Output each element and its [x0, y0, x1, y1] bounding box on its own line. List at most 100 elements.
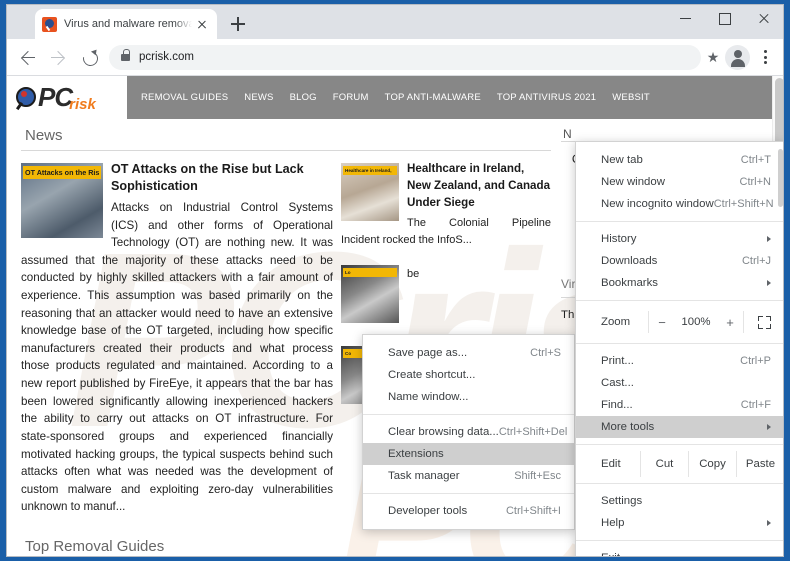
- nav-item-removal-guides[interactable]: REMOVAL GUIDES: [141, 92, 228, 103]
- browser-toolbar: pcrisk.com ★: [7, 39, 783, 76]
- article-primary[interactable]: OT Attacks on the Ris OT Attacks on the …: [21, 160, 341, 516]
- pcrisk-icon: [42, 17, 57, 32]
- reload-icon[interactable]: [75, 43, 104, 72]
- menu-item-new-window[interactable]: New window Ctrl+N: [576, 171, 784, 193]
- menu-item-history[interactable]: History: [576, 228, 784, 250]
- menu-item-label: Task manager: [388, 470, 514, 482]
- maximize-icon[interactable]: [705, 5, 744, 31]
- menu-item-label: Extensions: [388, 448, 561, 460]
- copy-button[interactable]: Copy: [688, 451, 736, 477]
- page-viewport: PCrisk PC PC risk REMOVAL GUIDES NEWS BL…: [7, 76, 784, 557]
- logo-dot: [21, 91, 27, 97]
- article-thumbnail[interactable]: Lo: [341, 265, 399, 323]
- screenshot-root: Virus and malware removal instru pcrisk.…: [0, 0, 790, 561]
- chevron-right-icon: [767, 236, 771, 242]
- menu-item-accel: Ctrl+P: [740, 355, 771, 367]
- chevron-right-icon: [767, 280, 771, 286]
- chrome-window: Virus and malware removal instru pcrisk.…: [6, 4, 784, 557]
- menu-item-accel: Ctrl+J: [742, 255, 771, 267]
- menu-item-clear-browsing-data[interactable]: Clear browsing data... Ctrl+Shift+Del: [363, 421, 574, 443]
- menu-separator: [576, 483, 784, 484]
- chrome-main-menu: New tab Ctrl+T New window Ctrl+N New inc…: [575, 141, 784, 557]
- menu-item-more-tools[interactable]: More tools: [576, 416, 784, 438]
- menu-item-help[interactable]: Help: [576, 512, 784, 534]
- menu-item-find[interactable]: Find... Ctrl+F: [576, 394, 784, 416]
- fullscreen-icon: [758, 316, 771, 329]
- menu-item-label: Help: [601, 517, 759, 529]
- menu-item-new-tab[interactable]: New tab Ctrl+T: [576, 149, 784, 171]
- logo-risk-text: risk: [69, 96, 96, 113]
- lock-icon: [121, 54, 130, 61]
- menu-scrollbar[interactable]: [778, 149, 783, 557]
- menu-item-exit[interactable]: Exit: [576, 547, 784, 557]
- article-secondary[interactable]: Healthcare in Ireland, Healthcare in Ire…: [341, 160, 551, 248]
- site-logo[interactable]: PC risk: [7, 76, 127, 119]
- menu-item-label: Clear browsing data...: [388, 426, 499, 438]
- forward-arrow-icon[interactable]: [44, 43, 73, 72]
- nav-item-forum[interactable]: FORUM: [333, 92, 369, 103]
- paste-button[interactable]: Paste: [736, 451, 784, 477]
- site-navigation: REMOVAL GUIDES NEWS BLOG FORUM TOP ANTI-…: [127, 76, 784, 119]
- nav-item-news[interactable]: NEWS: [244, 92, 273, 103]
- menu-item-label: Downloads: [601, 255, 742, 267]
- tab-title: Virus and malware removal instru: [64, 18, 192, 30]
- menu-item-label: Exit: [601, 552, 771, 557]
- menu-separator: [576, 540, 784, 541]
- menu-item-accel: Ctrl+T: [741, 154, 771, 166]
- article-thumbnail[interactable]: OT Attacks on the Ris: [21, 163, 103, 238]
- window-controls: [666, 5, 783, 31]
- avatar[interactable]: [725, 45, 750, 70]
- menu-item-name-window[interactable]: Name window...: [363, 386, 574, 408]
- menu-item-label: Name window...: [388, 391, 561, 403]
- menu-item-create-shortcut[interactable]: Create shortcut...: [363, 364, 574, 386]
- menu-item-cast[interactable]: Cast...: [576, 372, 784, 394]
- zoom-row: Zoom − 100% +: [576, 307, 784, 337]
- article-thumbnail[interactable]: Healthcare in Ireland,: [341, 163, 399, 221]
- menu-item-task-manager[interactable]: Task manager Shift+Esc: [363, 465, 574, 487]
- menu-item-new-incognito-window[interactable]: New incognito window Ctrl+Shift+N: [576, 193, 784, 215]
- menu-item-bookmarks[interactable]: Bookmarks: [576, 272, 784, 294]
- menu-item-downloads[interactable]: Downloads Ctrl+J: [576, 250, 784, 272]
- top-removal-guides-section: Top Removal Guides Deceptive Calendar Ev…: [21, 530, 551, 557]
- minimize-icon[interactable]: [666, 5, 705, 31]
- zoom-out-button[interactable]: −: [649, 315, 675, 330]
- kebab-menu-icon[interactable]: [752, 44, 778, 70]
- menu-item-print[interactable]: Print... Ctrl+P: [576, 350, 784, 372]
- news-heading: News: [21, 119, 551, 151]
- menu-item-label: Find...: [601, 399, 741, 411]
- cut-button[interactable]: Cut: [640, 451, 688, 477]
- nav-item-top-anti-malware[interactable]: TOP ANTI-MALWARE: [385, 92, 481, 103]
- menu-item-accel: Ctrl+N: [740, 176, 771, 188]
- nav-item-websites[interactable]: WEBSIT: [612, 92, 650, 103]
- zoom-controls: − 100% +: [649, 315, 743, 330]
- menu-item-accel: Shift+Esc: [514, 470, 561, 482]
- close-window-icon[interactable]: [744, 5, 783, 31]
- menu-item-accel: Ctrl+Shift+Del: [499, 426, 567, 438]
- menu-item-label: Create shortcut...: [388, 369, 561, 381]
- zoom-in-button[interactable]: +: [717, 315, 743, 330]
- menu-item-accel: Ctrl+Shift+N: [714, 198, 774, 210]
- menu-item-save-page-as[interactable]: Save page as... Ctrl+S: [363, 342, 574, 364]
- bookmark-star-icon[interactable]: ★: [706, 50, 720, 64]
- close-icon[interactable]: [194, 16, 210, 32]
- menu-item-developer-tools[interactable]: Developer tools Ctrl+Shift+I: [363, 500, 574, 522]
- address-bar[interactable]: pcrisk.com: [109, 45, 701, 70]
- url-text: pcrisk.com: [139, 51, 194, 63]
- menu-item-settings[interactable]: Settings: [576, 490, 784, 512]
- menu-separator: [576, 343, 784, 344]
- top-removal-heading: Top Removal Guides: [21, 530, 551, 557]
- zoom-label: Zoom: [601, 316, 648, 328]
- article-secondary[interactable]: Lo be: [341, 248, 551, 283]
- menu-item-extensions[interactable]: Extensions: [363, 443, 574, 465]
- menu-separator: [363, 493, 574, 494]
- back-arrow-icon[interactable]: [13, 43, 42, 72]
- menu-separator: [576, 300, 784, 301]
- thumbnail-caption: Healthcare in Ireland,: [343, 166, 397, 175]
- nav-item-top-antivirus-2021[interactable]: TOP ANTIVIRUS 2021: [497, 92, 596, 103]
- article-body: Attacks on Industrial Control Systems (I…: [21, 195, 333, 516]
- browser-tab[interactable]: Virus and malware removal instru: [35, 9, 217, 39]
- menu-separator: [576, 221, 784, 222]
- nav-item-blog[interactable]: BLOG: [290, 92, 317, 103]
- menu-item-label: Settings: [601, 495, 771, 507]
- new-tab-button[interactable]: [225, 11, 251, 37]
